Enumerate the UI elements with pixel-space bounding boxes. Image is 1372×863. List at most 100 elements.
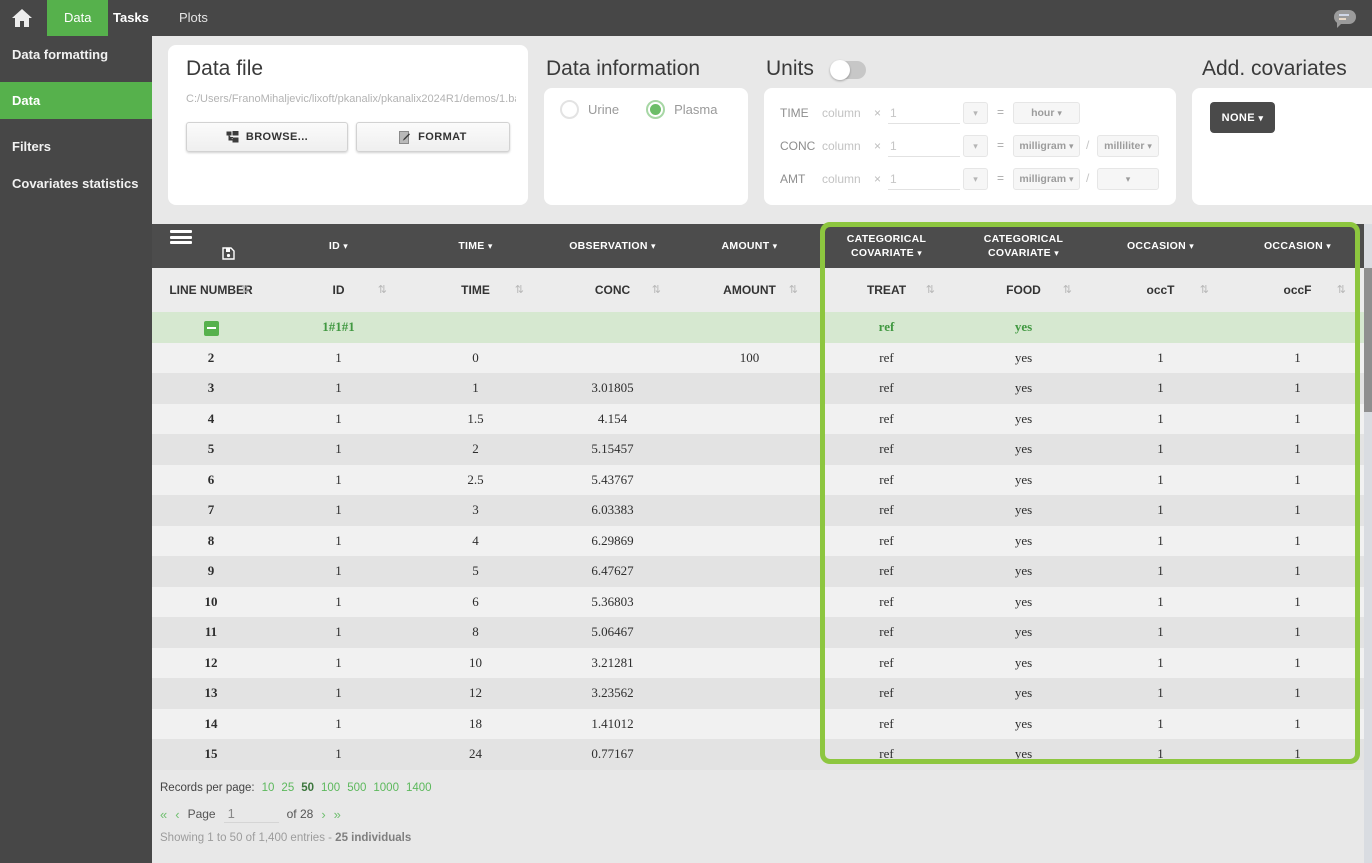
column-type-occasion-1[interactable]: OCCASION ▾ <box>1092 224 1229 268</box>
top-navbar: Data Tasks Plots <box>0 0 1372 36</box>
sidebar-item-data-formatting[interactable]: Data formatting <box>0 36 152 73</box>
toggle-knob <box>830 60 850 80</box>
next-page-button[interactable]: › <box>321 807 325 822</box>
units-toggle[interactable] <box>830 61 866 79</box>
amt-factor-input[interactable] <box>888 168 960 190</box>
table-row: 9156.47627refyes11 <box>152 556 1366 587</box>
sort-icon[interactable]: ⇅ <box>241 283 250 296</box>
cell: yes <box>955 739 1092 770</box>
amt-unit-numerator-dropdown[interactable]: milligram ▾ <box>1013 168 1080 190</box>
records-option-10[interactable]: 10 <box>262 782 275 794</box>
first-page-button[interactable]: « <box>160 807 167 822</box>
home-icon[interactable] <box>10 7 34 29</box>
conc-unit-numerator-dropdown[interactable]: milligram ▾ <box>1013 135 1080 157</box>
column-type-amount[interactable]: AMOUNT ▾ <box>681 224 818 268</box>
prev-page-button[interactable]: ‹ <box>175 807 179 822</box>
cell <box>681 434 818 465</box>
time-column-placeholder: column <box>822 106 861 120</box>
caret-down-icon: ▾ <box>773 241 778 251</box>
cell: 1 <box>1092 556 1229 587</box>
conc-factor-input[interactable] <box>888 135 960 157</box>
sort-icon[interactable]: ⇅ <box>789 283 798 296</box>
column-type-categorical-covariate-2[interactable]: CATEGORICAL COVARIATE ▾ <box>955 224 1092 268</box>
conc-column-placeholder: column <box>822 139 861 153</box>
sort-icon[interactable]: ⇅ <box>1337 283 1346 296</box>
last-page-button[interactable]: » <box>334 807 341 822</box>
col-line-number: LINE NUMBER⇅ <box>152 268 270 312</box>
cell: ref <box>818 709 955 740</box>
column-type-id[interactable]: ID ▾ <box>270 224 407 268</box>
cell: 6 <box>152 465 270 496</box>
cell: 5.36803 <box>544 587 681 618</box>
sort-icon[interactable]: ⇅ <box>926 283 935 296</box>
browse-button[interactable]: BROWSE... <box>186 122 348 152</box>
records-option-25[interactable]: 25 <box>281 782 294 794</box>
collapse-icon[interactable] <box>204 321 219 336</box>
sidebar-item-data[interactable]: Data <box>0 82 152 119</box>
menu-icon[interactable] <box>170 228 192 247</box>
cell: yes <box>955 587 1092 618</box>
page-input[interactable] <box>224 805 279 823</box>
sort-icon[interactable]: ⇅ <box>652 283 661 296</box>
cell: 1 <box>270 434 407 465</box>
page-count-label: of 28 <box>287 807 314 821</box>
format-button[interactable]: FORMAT <box>356 122 510 152</box>
tab-plots[interactable]: Plots <box>162 0 225 36</box>
amt-unit-denominator-dropdown[interactable]: ▾ <box>1097 168 1159 190</box>
caret-down-icon: ▾ <box>343 241 348 251</box>
sort-icon[interactable]: ⇅ <box>515 283 524 296</box>
table-tools-cell <box>152 224 270 268</box>
column-type-observation[interactable]: OBSERVATION ▾ <box>544 224 681 268</box>
records-option-500[interactable]: 500 <box>347 782 366 794</box>
cell: ref <box>818 587 955 618</box>
column-type-occasion-2[interactable]: OCCASION ▾ <box>1229 224 1366 268</box>
sort-icon[interactable]: ⇅ <box>1200 283 1209 296</box>
page-navigation: « ‹ Page of 28 › » <box>160 805 341 823</box>
amt-factor-dropdown[interactable]: ▾ <box>963 168 988 190</box>
cell: 1 <box>1092 648 1229 679</box>
records-option-100[interactable]: 100 <box>321 782 340 794</box>
records-option-1400[interactable]: 1400 <box>406 782 432 794</box>
cell: 1 <box>1092 404 1229 435</box>
plasma-radio[interactable] <box>646 100 665 119</box>
cell: 1 <box>270 556 407 587</box>
browse-button-label: BROWSE... <box>246 131 308 143</box>
none-dropdown-button[interactable]: NONE ▾ <box>1210 102 1275 133</box>
slash-sign: / <box>1086 171 1089 185</box>
cell: 1.5 <box>407 404 544 435</box>
records-option-1000[interactable]: 1000 <box>373 782 399 794</box>
conc-factor-dropdown[interactable]: ▾ <box>963 135 988 157</box>
cell: 10 <box>407 648 544 679</box>
time-unit-dropdown[interactable]: hour ▾ <box>1013 102 1080 124</box>
column-name-header-row: LINE NUMBER⇅ ID⇅ TIME⇅ CONC⇅ AMOUNT⇅ TRE… <box>152 268 1366 312</box>
scrollbar-thumb[interactable] <box>1364 268 1372 412</box>
records-option-50[interactable]: 50 <box>301 782 314 794</box>
cell: 3 <box>407 495 544 526</box>
cell: yes <box>955 343 1092 374</box>
file-tree-icon <box>226 131 239 143</box>
cell: 1 <box>1092 465 1229 496</box>
time-factor-dropdown[interactable]: ▾ <box>963 102 988 124</box>
column-type-time[interactable]: TIME ▾ <box>407 224 544 268</box>
chat-bubble-icon[interactable] <box>1334 10 1356 24</box>
col-occf: occF⇅ <box>1229 268 1366 312</box>
save-icon[interactable] <box>222 247 235 264</box>
sort-icon[interactable]: ⇅ <box>378 283 387 296</box>
sidebar-item-covariates-statistics[interactable]: Covariates statistics <box>0 165 152 202</box>
cell: 1 <box>270 739 407 770</box>
urine-radio[interactable] <box>560 100 579 119</box>
cell: 6 <box>407 587 544 618</box>
conc-unit-denominator-dropdown[interactable]: milliliter ▾ <box>1097 135 1159 157</box>
table-row: 210100refyes11 <box>152 343 1366 374</box>
units-row-amt: AMT column × ▾ = milligram ▾ / ▾ <box>764 168 1176 192</box>
sort-icon[interactable]: ⇅ <box>1063 283 1072 296</box>
time-factor-input[interactable] <box>888 102 960 124</box>
cell: 1#1#1 <box>270 312 407 343</box>
cell: 1 <box>1092 526 1229 557</box>
cell: 1 <box>1092 495 1229 526</box>
tab-tasks[interactable]: Tasks <box>96 0 166 36</box>
cell: 1 <box>1229 434 1366 465</box>
cell: ref <box>818 648 955 679</box>
sidebar-item-filters[interactable]: Filters <box>0 128 152 165</box>
column-type-categorical-covariate-1[interactable]: CATEGORICAL COVARIATE ▾ <box>818 224 955 268</box>
